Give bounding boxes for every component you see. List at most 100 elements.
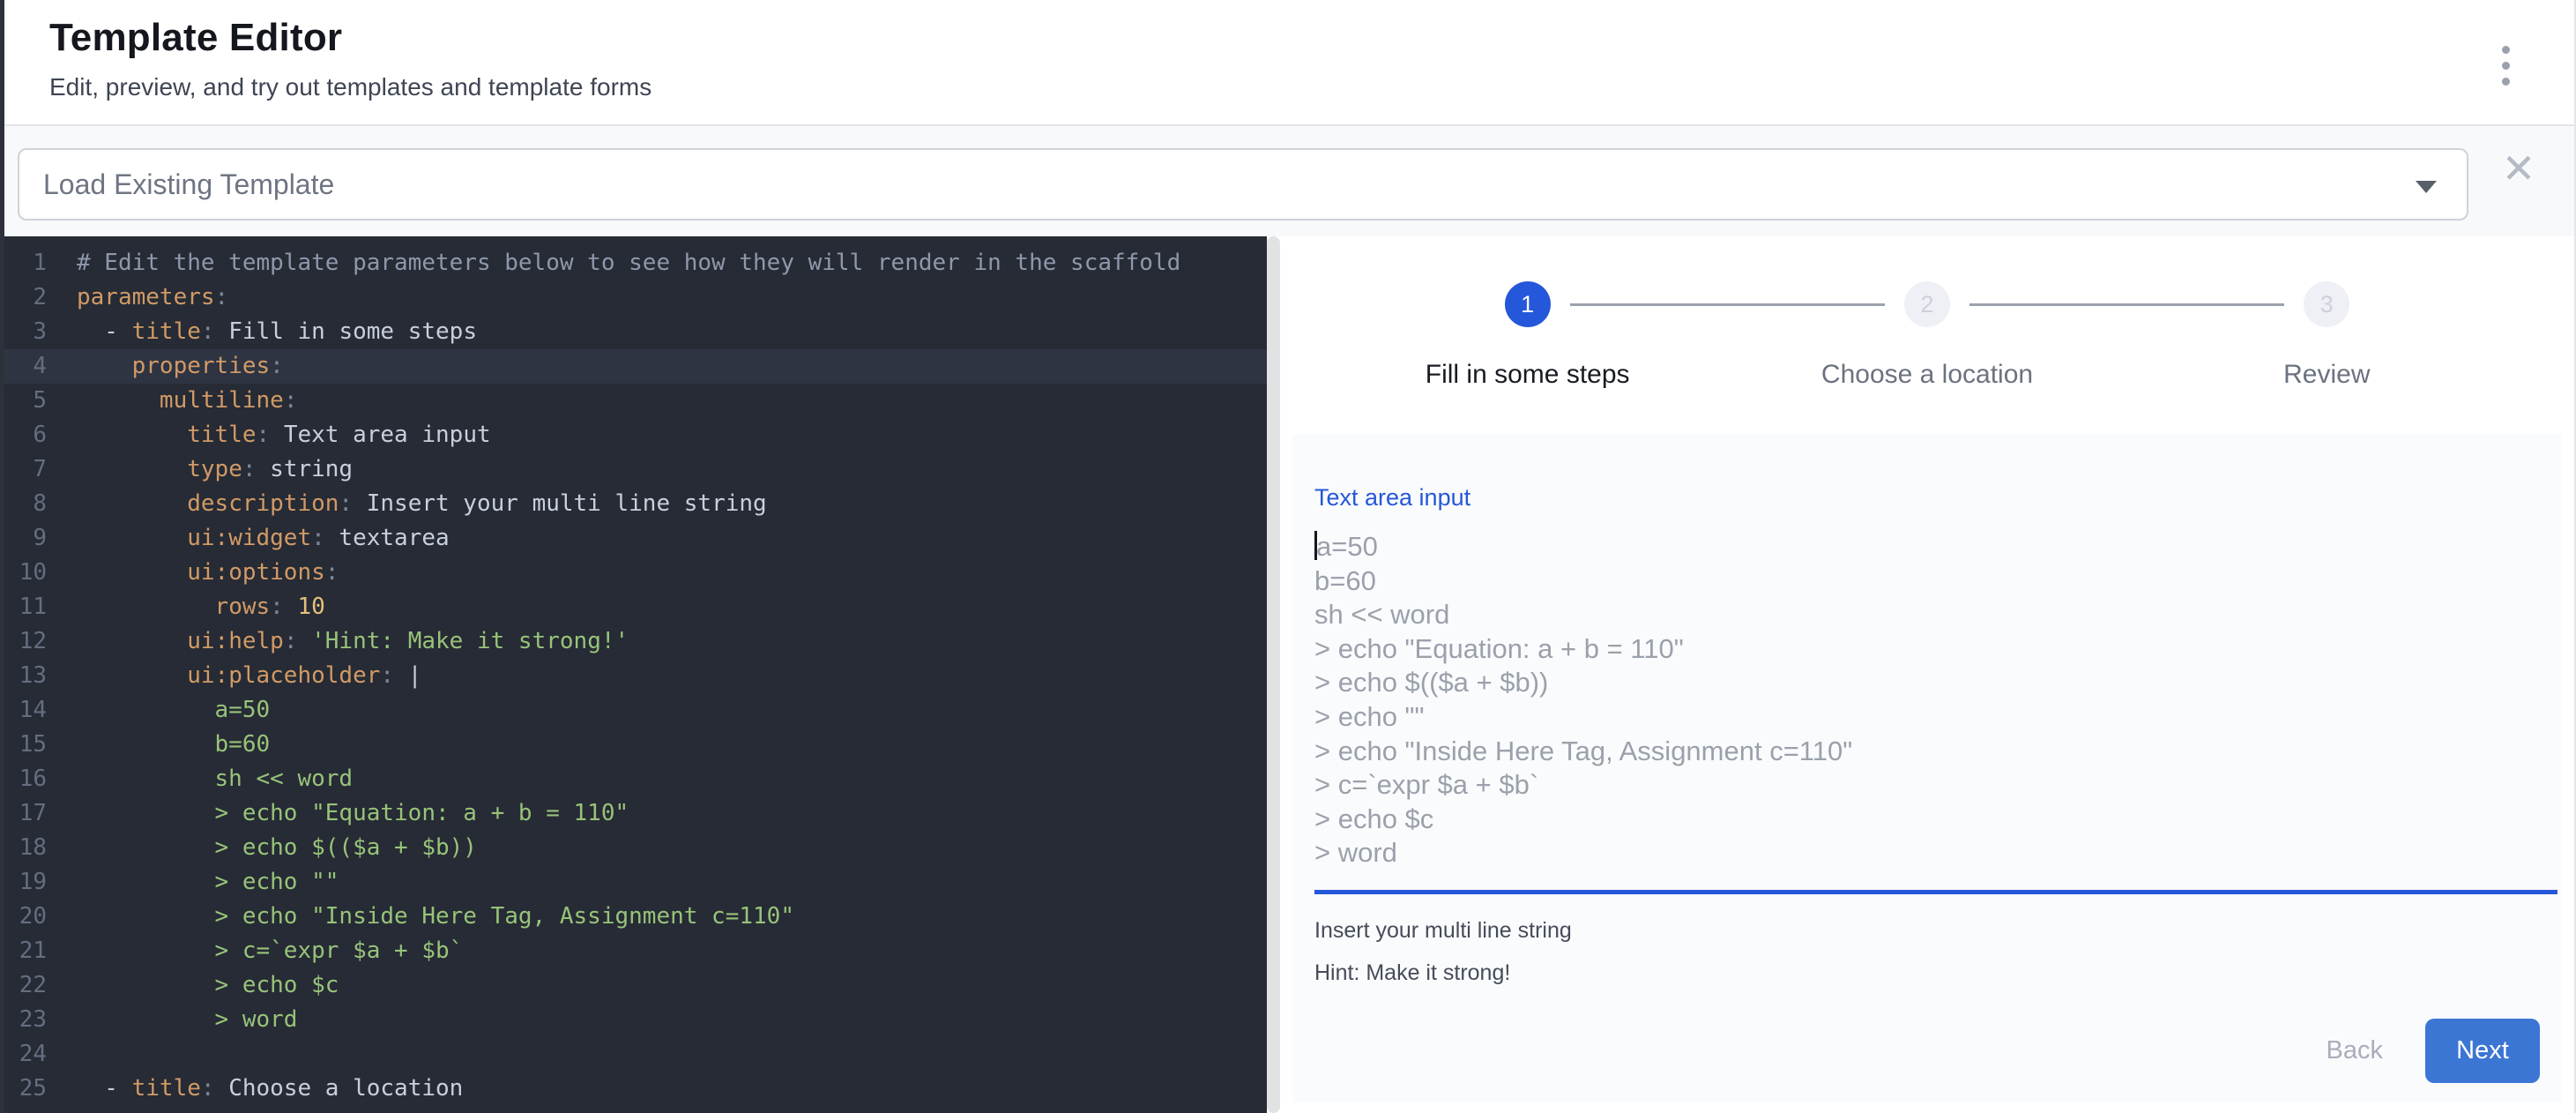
textarea-line: a=50: [1314, 530, 2540, 564]
code-text: sh << word: [77, 762, 1267, 796]
line-number: 16: [4, 762, 47, 796]
line-number: 17: [4, 796, 47, 831]
code-text: > echo $(($a + $b)): [77, 831, 1267, 865]
code-line[interactable]: 25 - title: Choose a location: [4, 1072, 1267, 1106]
code-lines: 1# Edit the template parameters below to…: [4, 246, 1267, 1106]
line-number: 10: [4, 556, 47, 590]
code-text: [77, 1037, 1267, 1072]
clear-selection-button[interactable]: ✕: [2492, 142, 2545, 195]
code-line[interactable]: 22 > echo $c: [4, 968, 1267, 1003]
code-line[interactable]: 8 description: Insert your multi line st…: [4, 487, 1267, 521]
code-line[interactable]: 21 > c=`expr $a + $b`: [4, 934, 1267, 968]
code-text: > echo "Inside Here Tag, Assignment c=11…: [77, 900, 1267, 934]
page-title: Template Editor: [49, 0, 2574, 60]
code-text: ui:options:: [77, 556, 1267, 590]
load-template-select[interactable]: Load Existing Template: [18, 148, 2468, 220]
code-text: - title: Fill in some steps: [77, 315, 1267, 349]
code-line[interactable]: 3 - title: Fill in some steps: [4, 315, 1267, 349]
step-label: Fill in some steps: [1426, 360, 1630, 390]
code-text: > word: [77, 1003, 1267, 1037]
code-line[interactable]: 1# Edit the template parameters below to…: [4, 246, 1267, 280]
yaml-code-editor[interactable]: 1# Edit the template parameters below to…: [4, 236, 1267, 1113]
code-line[interactable]: 20 > echo "Inside Here Tag, Assignment c…: [4, 900, 1267, 934]
chevron-down-icon: [2416, 181, 2437, 193]
code-line[interactable]: 12 ui:help: 'Hint: Make it strong!': [4, 624, 1267, 659]
line-number: 22: [4, 968, 47, 1003]
code-line[interactable]: 17 > echo "Equation: a + b = 110": [4, 796, 1267, 831]
step-label: Review: [2283, 360, 2370, 390]
code-line[interactable]: 23 > word: [4, 1003, 1267, 1037]
step-circle: 3: [2304, 281, 2349, 327]
code-line[interactable]: 9 ui:widget: textarea: [4, 521, 1267, 556]
code-line[interactable]: 2 parameters:: [4, 280, 1267, 315]
line-number: 4: [4, 349, 47, 384]
line-number: 21: [4, 934, 47, 968]
pane-resize-handle[interactable]: [1267, 236, 1280, 1113]
textarea-line: > echo "": [1314, 700, 2540, 735]
next-button[interactable]: Next: [2425, 1019, 2540, 1083]
step-circle: 2: [1904, 281, 1950, 327]
code-line[interactable]: 6 title: Text area input: [4, 418, 1267, 452]
code-text: ui:placeholder: |: [77, 659, 1267, 693]
line-number: 20: [4, 900, 47, 934]
stepper-steps: 1 Fill in some steps 2Choose a location 3 Re…: [1328, 281, 2527, 390]
stepper-step[interactable]: 2Choose a location: [1727, 281, 2126, 390]
main-split-view: 1# Edit the template parameters below to…: [4, 236, 2574, 1113]
code-line[interactable]: 4 properties:: [4, 349, 1267, 384]
line-number: 3: [4, 315, 47, 349]
template-editor-dialog: Template Editor Edit, preview, and try o…: [0, 0, 2576, 1113]
kebab-menu-button[interactable]: [2486, 41, 2525, 90]
step-circle: 1: [1505, 281, 1551, 327]
code-line[interactable]: 5 multiline:: [4, 384, 1267, 418]
code-line[interactable]: 10 ui:options:: [4, 556, 1267, 590]
line-number: 2: [4, 280, 47, 315]
stepper-connector: [1570, 303, 1885, 306]
stepper-step[interactable]: 3 Review: [2127, 281, 2527, 390]
line-number: 23: [4, 1003, 47, 1037]
field-hint: Hint: Make it strong!: [1314, 960, 2540, 986]
line-number: 13: [4, 659, 47, 693]
code-text: - title: Choose a location: [77, 1072, 1267, 1106]
multiline-textarea[interactable]: a=50b=60sh << word> echo "Equation: a + …: [1314, 530, 2540, 870]
line-number: 12: [4, 624, 47, 659]
code-text: description: Insert your multi line stri…: [77, 487, 1267, 521]
line-number: 14: [4, 693, 47, 728]
code-line[interactable]: 19 > echo "": [4, 865, 1267, 900]
line-number: 5: [4, 384, 47, 418]
code-text: properties:: [77, 349, 1267, 384]
stepper-connector: [1969, 303, 2284, 306]
textarea-line: > echo $(($a + $b)): [1314, 666, 2540, 700]
textarea-line: b=60: [1314, 564, 2540, 599]
line-number: 11: [4, 590, 47, 624]
textarea-line: > word: [1314, 836, 2540, 870]
code-text: ui:help: 'Hint: Make it strong!': [77, 624, 1267, 659]
wizard-stepper: 1 Fill in some steps 2Choose a location 3 Re…: [1280, 236, 2574, 434]
back-button[interactable]: Back: [2327, 1036, 2383, 1065]
code-line[interactable]: 15 b=60: [4, 728, 1267, 762]
code-line[interactable]: 14 a=50: [4, 693, 1267, 728]
line-number: 8: [4, 487, 47, 521]
code-line[interactable]: 24: [4, 1037, 1267, 1072]
text-cursor: [1314, 531, 1317, 560]
code-text: ui:widget: textarea: [77, 521, 1267, 556]
code-text: b=60: [77, 728, 1267, 762]
line-number: 15: [4, 728, 47, 762]
code-line[interactable]: 13 ui:placeholder: |: [4, 659, 1267, 693]
code-line[interactable]: 11 rows: 10: [4, 590, 1267, 624]
line-number: 19: [4, 865, 47, 900]
textarea-line: > echo "Equation: a + b = 110": [1314, 632, 2540, 667]
code-text: > echo "": [77, 865, 1267, 900]
textarea-focus-underline: [1314, 890, 2557, 894]
field-description: Insert your multi line string: [1314, 918, 2540, 944]
line-number: 24: [4, 1037, 47, 1072]
line-number: 9: [4, 521, 47, 556]
code-text: parameters:: [77, 280, 1267, 315]
stepper-step[interactable]: 1 Fill in some steps: [1328, 281, 1727, 390]
textarea-line: > c=`expr $a + $b`: [1314, 768, 2540, 803]
textarea-line: > echo "Inside Here Tag, Assignment c=11…: [1314, 735, 2540, 769]
kebab-dot-icon: [2502, 46, 2510, 54]
code-line[interactable]: 18 > echo $(($a + $b)): [4, 831, 1267, 865]
code-line[interactable]: 16 sh << word: [4, 762, 1267, 796]
code-line[interactable]: 7 type: string: [4, 452, 1267, 487]
dialog-header: Template Editor Edit, preview, and try o…: [4, 0, 2574, 126]
